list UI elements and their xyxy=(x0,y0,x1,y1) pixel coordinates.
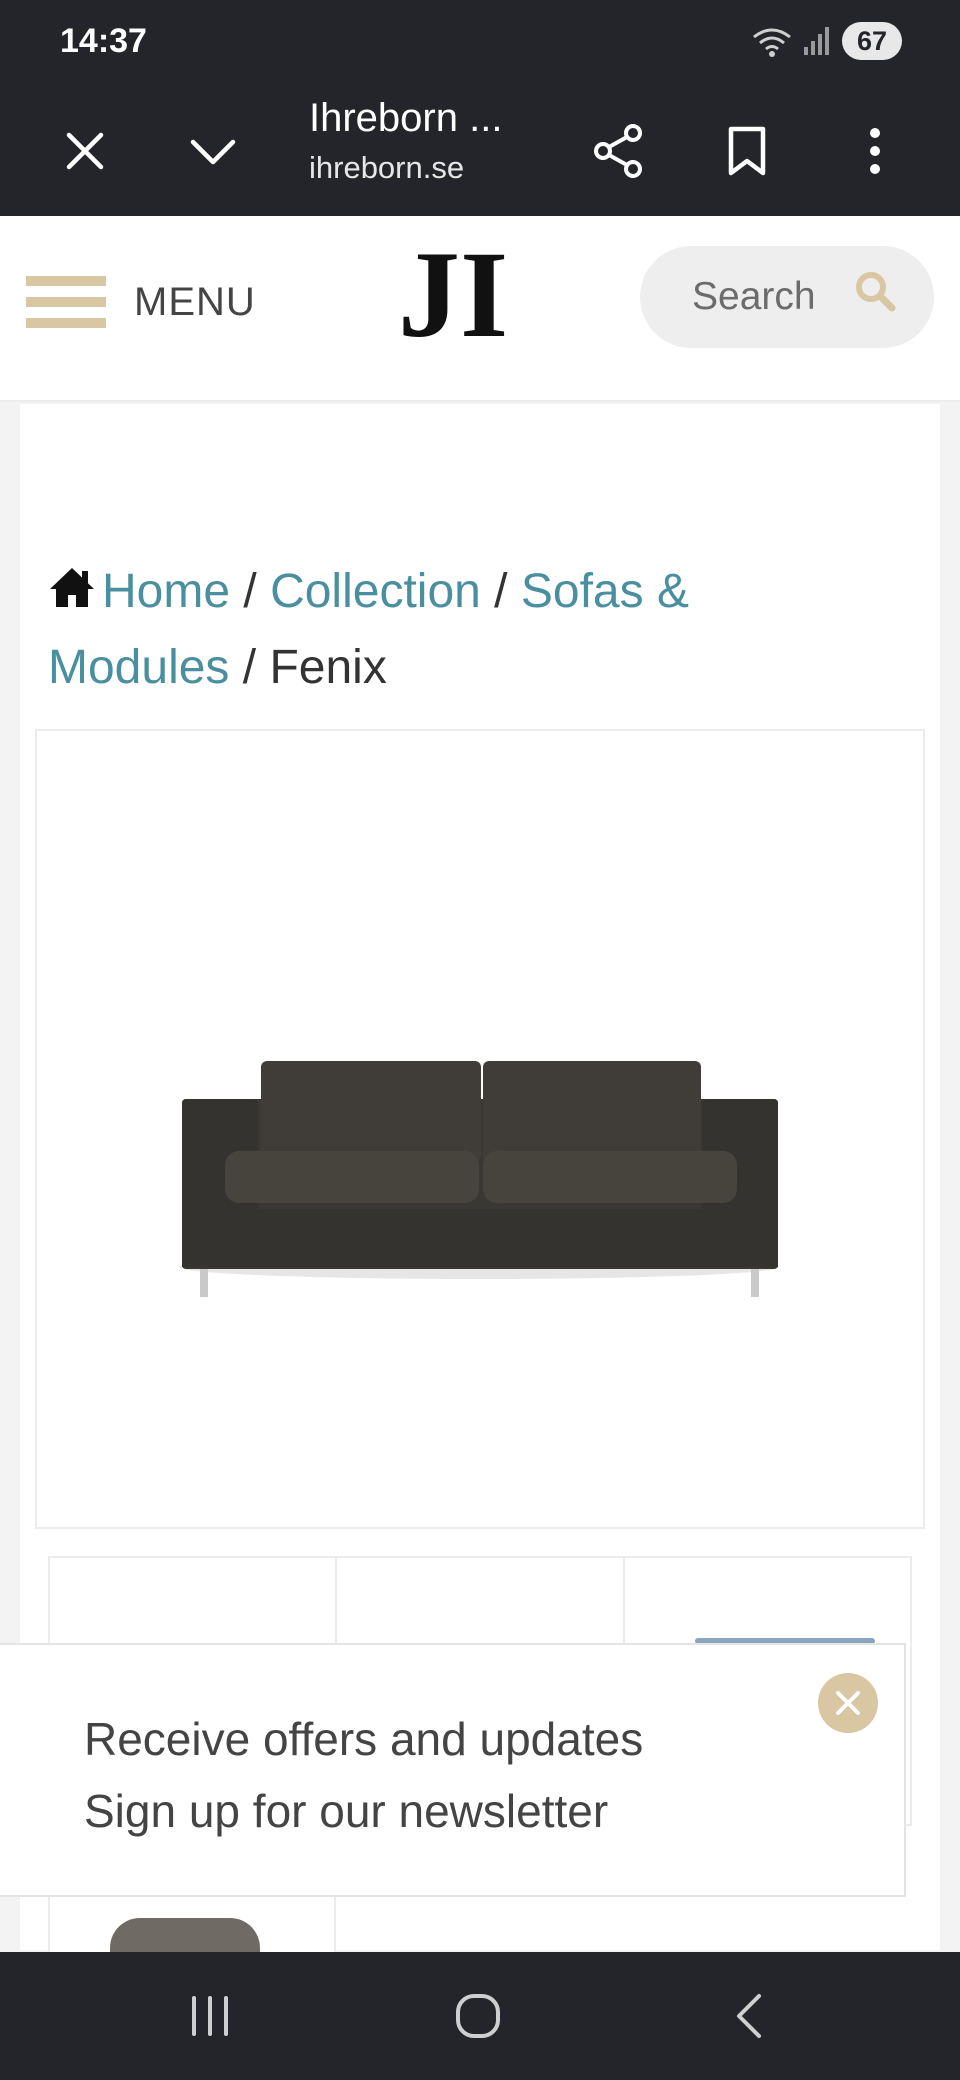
share-icon xyxy=(594,124,642,178)
page-title[interactable]: Ihreborn ... xyxy=(309,96,502,141)
close-icon xyxy=(66,132,104,170)
browser-toolbar: Ihreborn ... ihreborn.se xyxy=(0,86,960,216)
newsletter-line1: Receive offers and updates xyxy=(84,1713,644,1765)
newsletter-popup[interactable]: Receive offers and updates Sign up for o… xyxy=(0,1643,906,1897)
status-bar: 14:37 67 xyxy=(0,0,960,86)
signal-icon xyxy=(804,27,829,55)
system-navigation-bar xyxy=(0,1952,960,2080)
more-options-button[interactable] xyxy=(832,108,918,194)
thumbnail[interactable] xyxy=(48,1896,336,1956)
share-button[interactable] xyxy=(576,108,662,194)
newsletter-line2[interactable]: Sign up for our newsletter xyxy=(84,1775,643,1847)
page-url[interactable]: ihreborn.se xyxy=(309,150,464,186)
hamburger-icon xyxy=(26,276,106,328)
bookmark-button[interactable] xyxy=(704,108,790,194)
home-icon xyxy=(50,568,94,607)
minimize-button[interactable] xyxy=(170,108,256,194)
search-box[interactable]: Search xyxy=(640,246,934,348)
site-logo[interactable]: JI xyxy=(392,226,512,366)
home-button[interactable] xyxy=(438,1986,518,2046)
site-header: MENU JI Search xyxy=(0,216,960,402)
bookmark-icon xyxy=(728,126,766,176)
more-vertical-icon xyxy=(870,128,880,174)
breadcrumb-separator: / xyxy=(229,641,270,694)
breadcrumb: Home / Collection / Sofas & Modules / Fe… xyxy=(48,554,808,706)
sofa-illustration xyxy=(179,1061,779,1297)
close-tab-button[interactable] xyxy=(42,108,128,194)
close-icon xyxy=(836,1691,860,1715)
logo-text: JI xyxy=(398,236,508,363)
breadcrumb-separator: / xyxy=(480,565,521,618)
menu-label: MENU xyxy=(134,279,256,324)
status-icons: 67 xyxy=(752,22,902,60)
home-circle-icon xyxy=(456,1994,500,2038)
battery-indicator: 67 xyxy=(842,22,902,60)
recent-apps-button[interactable] xyxy=(170,1986,250,2046)
menu-button[interactable]: MENU xyxy=(26,276,256,328)
search-icon[interactable] xyxy=(854,270,896,312)
recent-apps-icon xyxy=(192,1996,228,2036)
status-time: 14:37 xyxy=(60,22,147,60)
wifi-icon xyxy=(753,28,791,57)
breadcrumb-current: Fenix xyxy=(269,641,387,694)
newsletter-text: Receive offers and updates Sign up for o… xyxy=(84,1703,643,1847)
back-button[interactable] xyxy=(708,1986,788,2046)
breadcrumb-collection-link[interactable]: Collection xyxy=(270,565,481,618)
product-main-image[interactable] xyxy=(35,729,925,1529)
breadcrumb-home-link[interactable]: Home xyxy=(102,565,230,618)
back-icon xyxy=(737,1994,761,2038)
newsletter-close-button[interactable] xyxy=(818,1673,878,1733)
chevron-down-icon xyxy=(190,139,236,165)
breadcrumb-separator: / xyxy=(230,565,271,618)
search-input[interactable]: Search xyxy=(692,275,816,319)
